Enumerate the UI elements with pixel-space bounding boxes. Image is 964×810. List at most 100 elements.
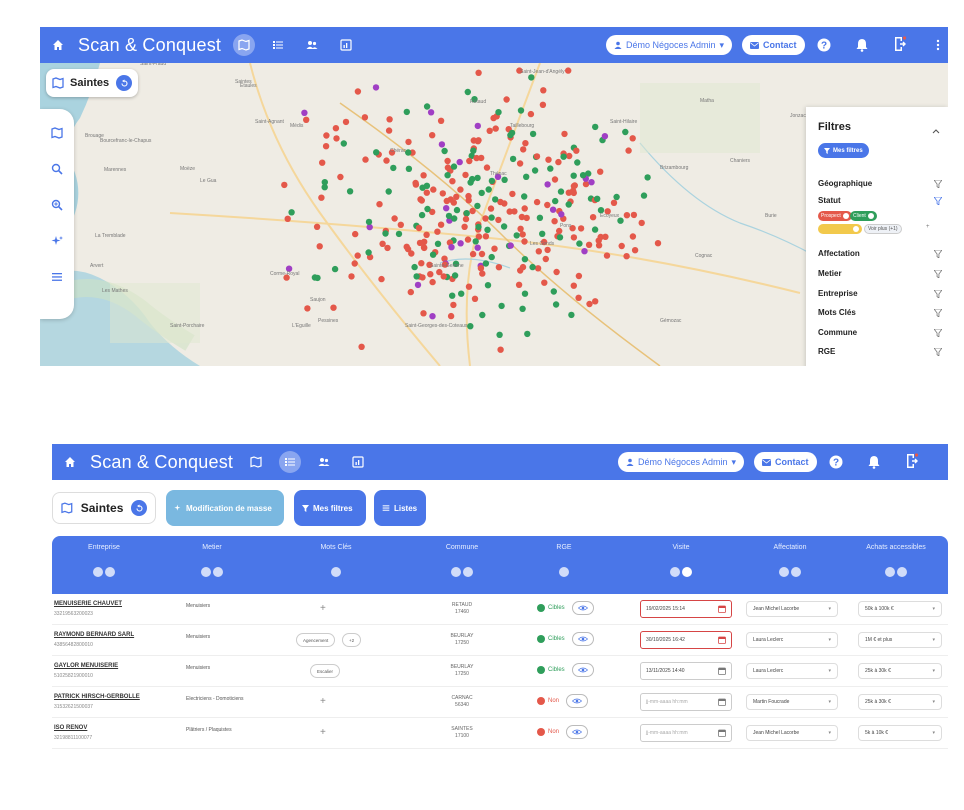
company-marker[interactable] (474, 122, 481, 130)
add-keyword-icon[interactable]: + (320, 603, 326, 614)
eye-icon[interactable] (566, 725, 589, 739)
company-marker[interactable] (540, 87, 547, 94)
company-marker[interactable] (418, 211, 426, 219)
company-marker[interactable] (352, 230, 359, 238)
filter-row[interactable]: Géographique (818, 179, 942, 188)
company-name-link[interactable]: GAYLOR MENUISERIE (54, 663, 118, 669)
company-marker[interactable] (568, 311, 575, 319)
company-marker[interactable] (373, 149, 380, 156)
company-marker[interactable] (507, 242, 514, 249)
company-marker[interactable] (379, 240, 386, 247)
company-marker[interactable] (521, 290, 529, 297)
company-marker[interactable] (438, 141, 446, 148)
company-marker[interactable] (444, 164, 452, 171)
company-marker[interactable] (436, 268, 443, 276)
company-marker[interactable] (304, 305, 311, 312)
company-marker[interactable] (535, 248, 542, 255)
visit-datetime-input[interactable]: 19/02/2025 15:14 (640, 600, 732, 618)
filter-row[interactable]: Metier (818, 269, 942, 278)
column-header[interactable]: Mots Clés (262, 544, 410, 551)
funnel-icon[interactable] (934, 347, 942, 356)
logout-icon[interactable] (892, 36, 908, 52)
remove-icon[interactable] (853, 226, 859, 232)
company-marker[interactable] (457, 186, 464, 193)
company-marker[interactable] (372, 84, 380, 91)
company-marker[interactable] (450, 163, 458, 170)
company-marker[interactable] (618, 242, 625, 250)
company-marker[interactable] (313, 223, 321, 230)
column-header[interactable]: Achats accessibles (844, 544, 948, 551)
company-marker[interactable] (570, 234, 578, 241)
company-marker[interactable] (451, 272, 459, 279)
company-marker[interactable] (553, 268, 560, 276)
company-marker[interactable] (654, 240, 662, 247)
company-marker[interactable] (571, 182, 578, 189)
company-marker[interactable] (413, 273, 420, 280)
company-marker[interactable] (501, 176, 508, 183)
funnel-icon[interactable] (934, 328, 942, 337)
mass-edit-button[interactable]: Modification de masse (166, 490, 284, 526)
company-marker[interactable] (474, 244, 481, 251)
company-marker[interactable] (322, 143, 330, 150)
more-statuses-chip[interactable]: Voir plus (+1) (864, 224, 902, 234)
company-marker[interactable] (479, 311, 486, 319)
company-marker[interactable] (588, 179, 595, 186)
company-marker[interactable] (508, 129, 516, 137)
company-marker[interactable] (456, 158, 463, 166)
calendar-icon[interactable] (718, 698, 726, 706)
company-marker[interactable] (630, 211, 638, 219)
filter-row[interactable]: Mots Clés (818, 308, 942, 317)
funnel-icon[interactable] (559, 567, 569, 577)
undo-icon[interactable] (116, 75, 132, 91)
company-marker[interactable] (448, 244, 455, 251)
company-marker[interactable] (423, 231, 430, 238)
funnel-icon[interactable] (451, 567, 461, 577)
home-icon[interactable] (52, 38, 66, 52)
company-marker[interactable] (391, 215, 398, 222)
table-row[interactable]: ISO RENOV 32198811100077 Plâtriers / Plaqu… (52, 718, 948, 749)
company-marker[interactable] (378, 275, 385, 283)
company-marker[interactable] (498, 302, 505, 310)
company-marker[interactable] (427, 271, 434, 278)
company-marker[interactable] (384, 244, 391, 252)
company-marker[interactable] (484, 282, 492, 289)
company-marker[interactable] (500, 223, 508, 230)
company-marker[interactable] (495, 216, 502, 224)
company-marker[interactable] (555, 158, 562, 166)
column-header[interactable]: Visite (626, 544, 736, 551)
company-marker[interactable] (318, 194, 325, 201)
company-marker[interactable] (437, 117, 445, 124)
zoom-in-icon[interactable] (49, 197, 65, 213)
company-marker[interactable] (531, 167, 539, 174)
company-marker[interactable] (574, 159, 581, 166)
company-marker[interactable] (482, 233, 490, 240)
company-marker[interactable] (463, 210, 470, 217)
company-marker[interactable] (303, 116, 310, 123)
company-marker[interactable] (365, 249, 372, 256)
company-marker[interactable] (570, 282, 577, 289)
company-marker[interactable] (395, 230, 403, 238)
map-view-icon[interactable] (245, 451, 267, 473)
company-marker[interactable] (420, 310, 427, 317)
column-header[interactable]: Commune (416, 544, 508, 551)
dashboard-icon[interactable] (347, 451, 369, 473)
company-marker[interactable] (301, 109, 308, 116)
company-marker[interactable] (519, 305, 526, 312)
status-chip-client[interactable]: Client (850, 211, 877, 221)
company-marker[interactable] (520, 146, 527, 153)
company-marker[interactable] (638, 219, 645, 227)
company-marker[interactable] (288, 209, 295, 216)
table-row[interactable]: GAYLOR MENUISERIE 51025821900010 Menuisier… (52, 656, 948, 687)
company-marker[interactable] (565, 189, 572, 196)
company-marker[interactable] (622, 128, 629, 136)
funnel-icon[interactable] (934, 308, 942, 317)
company-marker[interactable] (625, 147, 632, 154)
funnel-icon[interactable] (934, 179, 942, 188)
user-menu[interactable]: Démo Négoces Admin ▾ (618, 452, 745, 472)
company-marker[interactable] (495, 109, 502, 116)
users-icon[interactable] (301, 34, 323, 56)
assignee-select[interactable]: Martin Foucrade ▾ (746, 694, 838, 710)
company-marker[interactable] (430, 186, 437, 193)
sort-icon[interactable] (213, 567, 223, 577)
search-icon[interactable] (49, 161, 65, 177)
